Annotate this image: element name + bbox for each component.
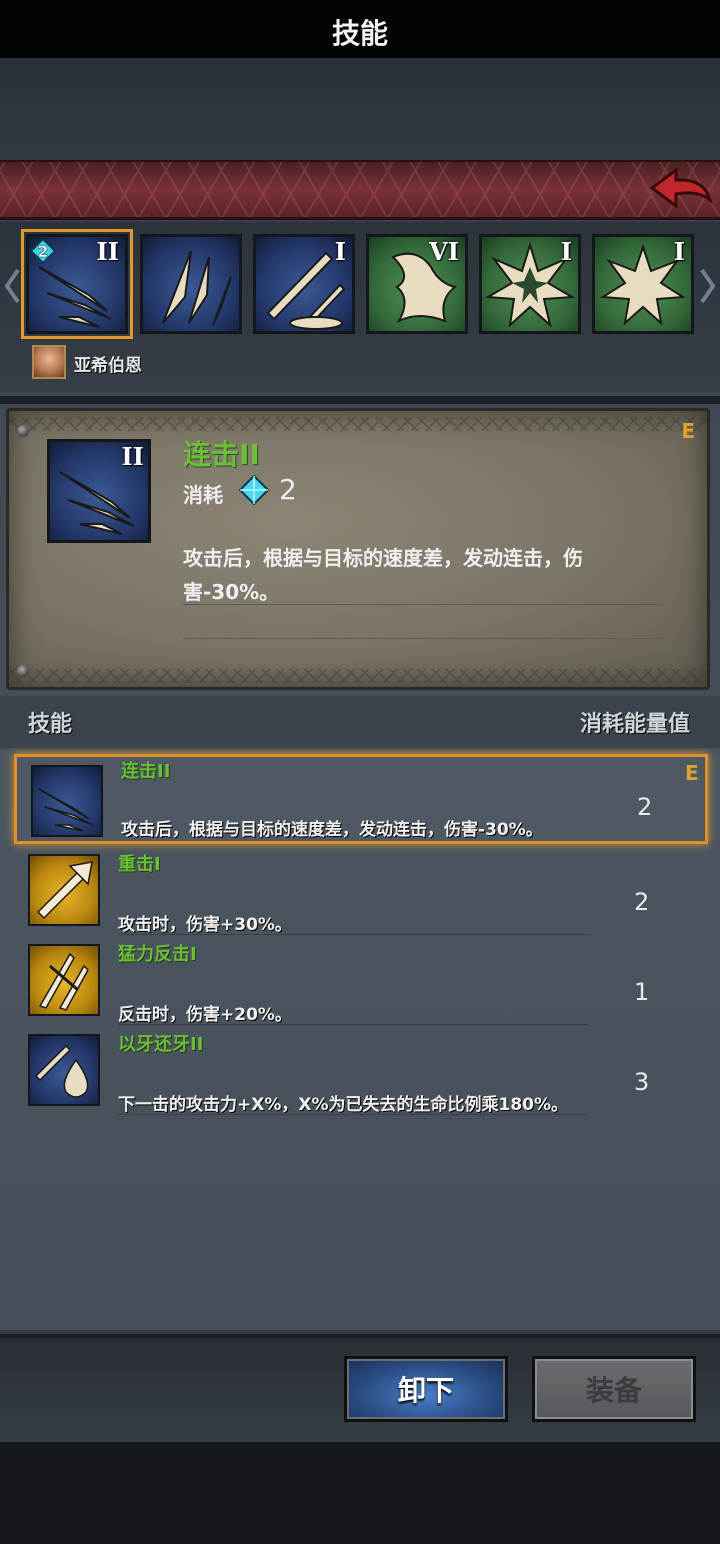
hero-avatar [32,345,66,379]
nail-icon [17,665,29,677]
skill-icon [28,1034,100,1106]
skill-level: II [121,442,144,471]
detail-skill-name: 连击II [183,438,260,471]
skill-slot-6[interactable]: I [592,234,694,334]
skill-icon [31,765,103,837]
slash-icon [38,788,94,832]
skill-level: II [96,237,119,266]
skill-level: I [334,237,346,266]
scroll-left-icon[interactable] [4,266,20,306]
page-title: 技能 [331,17,388,50]
unequip-button[interactable]: 卸下 [344,1356,508,1422]
skill-row[interactable]: 连击II 攻击后，根据与目标的速度差，发动连击，伤害-30%。 2 E [14,754,708,844]
hero-name: 亚希伯恩 [74,356,142,376]
skill-level: VI [429,237,459,266]
divider [0,396,720,404]
blood-drop-icon [34,1044,89,1098]
skill-icon [28,854,100,926]
skill-description: 攻击后，根据与目标的速度差，发动连击，伤害-30%。 [121,820,543,840]
skill-name: 以牙还牙II [118,1034,204,1055]
skill-slot-3[interactable]: I [253,234,355,334]
skill-cost: 2 [637,793,653,821]
double-slash-icon [162,250,232,326]
equip-button[interactable]: 装备 [532,1356,696,1422]
skill-slot-1[interactable]: II 2 [21,229,133,339]
skill-cost: 3 [634,1068,650,1096]
scroll-right-icon[interactable] [700,266,716,306]
skill-description: 攻击时，伤害+30%。 [118,915,292,935]
list-header-cost: 消耗能量值 [579,712,690,737]
back-arrow-icon[interactable] [646,164,716,214]
skill-name: 猛力反击I [118,944,197,965]
equipped-tag: E [681,419,695,443]
skill-row[interactable]: 重击I 攻击时，伤害+30%。 2 [14,846,708,936]
detail-skill-icon: II [47,439,151,543]
cost-value: 2 [279,473,297,506]
skill-level: I [560,237,572,266]
skill-row[interactable]: 猛力反击I 反击时，伤害+20%。 1 [14,936,708,1026]
skill-description: 下一击的攻击力+X%，X%为已失去的生命比例乘180%。 [118,1095,569,1115]
list-header-skill: 技能 [28,712,73,737]
skill-slot-5[interactable]: I [479,234,581,334]
sword-strike-icon [36,861,93,920]
skill-row[interactable]: 以牙还牙II 下一击的攻击力+X%，X%为已失去的生命比例乘180%。 3 [14,1026,708,1116]
skill-level: I [673,237,685,266]
skill-slot-2[interactable] [140,234,242,334]
skill-cost: 1 [634,978,650,1006]
skill-name: 连击II [121,761,171,782]
skill-description: 反击时，伤害+20%。 [118,1005,292,1025]
svg-text:2: 2 [37,242,48,261]
equipped-tag: E [685,761,699,785]
energy-gem-icon: 2 [29,237,57,265]
skill-detail-panel: II 连击II 消耗 2 攻击后，根据与目标的速度差，发动连击，伤害-30%。 … [6,408,710,690]
detail-description: 攻击后，根据与目标的速度差，发动连击，伤害-30%。 [183,546,583,604]
skill-slot-4[interactable]: VI [366,234,468,334]
cost-label: 消耗 [183,483,223,507]
nail-icon [17,425,29,437]
skill-cost: 2 [634,888,650,916]
skill-icon [28,944,100,1016]
title-bar [0,160,720,220]
skill-name: 重击I [118,854,161,875]
energy-gem-icon [238,474,270,506]
counter-strike-icon [38,952,89,1011]
bottom-area [0,1442,720,1544]
